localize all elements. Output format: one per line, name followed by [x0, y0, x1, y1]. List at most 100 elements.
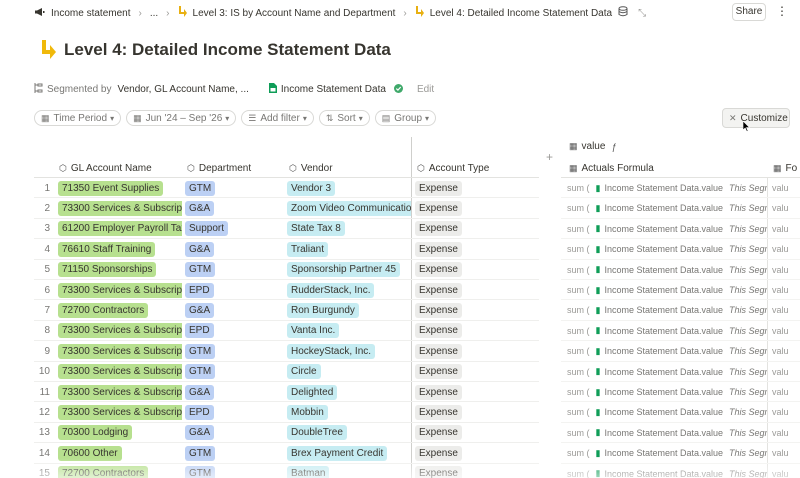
- gl-account-cell[interactable]: 70600 Other: [58, 443, 182, 463]
- vendor-cell[interactable]: Ron Burgundy: [287, 300, 411, 320]
- department-cell[interactable]: EPD: [185, 321, 285, 341]
- table-row[interactable]: 9 73300 Services & SubscriptionsGTM Hockey…: [0, 341, 800, 362]
- column-header-actuals-formula[interactable]: ▦ Actuals Formula: [569, 161, 654, 175]
- gl-account-cell[interactable]: 70300 Lodging: [58, 423, 182, 443]
- breadcrumb-level-3[interactable]: Level 3: IS by Account Name and Departme…: [178, 6, 395, 20]
- table-row[interactable]: 11 73300 Services & SubscriptionsG&A Delig…: [0, 382, 800, 403]
- account-type-cell[interactable]: Expense: [415, 464, 535, 478]
- gl-account-cell[interactable]: 71350 Event Supplies: [58, 178, 182, 198]
- next-formula-cell[interactable]: valu: [772, 341, 800, 361]
- breadcrumb-ellipsis[interactable]: ...: [150, 8, 158, 19]
- department-cell[interactable]: GTM: [185, 178, 285, 198]
- account-type-cell[interactable]: Expense: [415, 178, 535, 198]
- vendor-cell[interactable]: Circle: [287, 362, 411, 382]
- department-cell[interactable]: G&A: [185, 198, 285, 218]
- vendor-cell[interactable]: Mobbin: [287, 402, 411, 422]
- table-row[interactable]: 6 73300 Services & SubscriptionsEPD Rudder…: [0, 280, 800, 301]
- actuals-formula-cell[interactable]: sum (▮ Income Statement Data.value This Se…: [567, 362, 767, 382]
- vendor-cell[interactable]: HockeyStack, Inc.: [287, 341, 411, 361]
- segmented-value[interactable]: Vendor, GL Account Name, ...: [118, 84, 249, 95]
- column-header-gl-account[interactable]: ⬡ GL Account Name: [59, 161, 152, 175]
- time-period-filter[interactable]: ▦ Time Period ▾: [34, 110, 122, 126]
- account-type-cell[interactable]: Expense: [415, 300, 535, 320]
- department-cell[interactable]: G&A: [185, 239, 285, 259]
- table-row[interactable]: 8 73300 Services & SubscriptionsEPD Vanta …: [0, 320, 800, 342]
- column-header-vendor[interactable]: ⬡ Vendor: [289, 161, 333, 175]
- table-row[interactable]: 4 76610 Staff Training G&A Traliant Expense s…: [0, 239, 800, 260]
- gl-account-cell[interactable]: 76610 Staff Training: [58, 239, 182, 259]
- next-formula-cell[interactable]: valu: [772, 239, 800, 259]
- actuals-formula-cell[interactable]: sum (▮ Income Statement Data.value This Se…: [567, 239, 767, 259]
- actuals-formula-cell[interactable]: sum (▮ Income Statement Data.value This Se…: [567, 341, 767, 361]
- gl-account-cell[interactable]: 73300 Services & Subscriptions: [58, 280, 182, 300]
- column-header-account-type[interactable]: ⬡ Account Type: [417, 161, 489, 175]
- column-header-department[interactable]: ⬡ Department: [187, 161, 251, 175]
- group-button[interactable]: ▤ Group ▾: [374, 110, 437, 126]
- department-cell[interactable]: GTM: [185, 260, 285, 280]
- next-formula-cell[interactable]: valu: [772, 423, 800, 443]
- edit-link[interactable]: Edit: [417, 84, 434, 95]
- account-type-cell[interactable]: Expense: [415, 423, 535, 443]
- table-row[interactable]: 14 70600 Other GTM Brex Payment Credit Expen…: [0, 443, 800, 464]
- actuals-formula-cell[interactable]: sum (▮ Income Statement Data.value This Se…: [567, 280, 767, 300]
- account-type-cell[interactable]: Expense: [415, 239, 535, 259]
- account-type-cell[interactable]: Expense: [415, 198, 535, 218]
- breadcrumb-income-statement[interactable]: Income statement: [34, 7, 130, 20]
- gl-account-cell[interactable]: 61200 Employer Payroll Taxes: [58, 219, 182, 239]
- actuals-formula-cell[interactable]: sum (▮ Income Statement Data.value This Se…: [567, 219, 767, 239]
- vendor-cell[interactable]: Sponsorship Partner 45: [287, 260, 411, 280]
- actuals-formula-cell[interactable]: sum (▮ Income Statement Data.value This Se…: [567, 321, 767, 341]
- more-options-icon[interactable]: ⋮: [776, 4, 788, 18]
- vendor-cell[interactable]: RudderStack, Inc.: [287, 280, 411, 300]
- department-cell[interactable]: G&A: [185, 382, 285, 402]
- value-group-header[interactable]: ▦ value ƒ: [569, 141, 616, 152]
- department-cell[interactable]: EPD: [185, 402, 285, 422]
- next-formula-cell[interactable]: valu: [772, 321, 800, 341]
- account-type-cell[interactable]: Expense: [415, 362, 535, 382]
- gl-account-cell[interactable]: 72700 Contractors: [58, 464, 182, 478]
- actuals-formula-cell[interactable]: sum (▮ Income Statement Data.value This Se…: [567, 260, 767, 280]
- gl-account-cell[interactable]: 73300 Services & Subscriptions: [58, 382, 182, 402]
- vendor-cell[interactable]: Brex Payment Credit: [287, 443, 411, 463]
- add-filter-button[interactable]: ☰ Add filter ▾: [241, 110, 314, 126]
- table-row[interactable]: 5 71150 Sponsorships GTM Sponsorship Partne…: [0, 259, 800, 280]
- next-formula-cell[interactable]: valu: [772, 280, 800, 300]
- account-type-cell[interactable]: Expense: [415, 402, 535, 422]
- gl-account-cell[interactable]: 73300 Services & Subscriptions: [58, 402, 182, 422]
- actuals-formula-cell[interactable]: sum (▮ Income Statement Data.value This Se…: [567, 402, 767, 422]
- gl-account-cell[interactable]: 73300 Services & Subscriptions: [58, 198, 182, 218]
- collapse-icon[interactable]: ⤡: [638, 8, 646, 19]
- next-formula-cell[interactable]: valu: [772, 402, 800, 422]
- actuals-formula-cell[interactable]: sum (▮ Income Statement Data.value This Se…: [567, 178, 767, 198]
- gl-account-cell[interactable]: 73300 Services & Subscriptions: [58, 362, 182, 382]
- vendor-cell[interactable]: DoubleTree: [287, 423, 411, 443]
- next-formula-cell[interactable]: valu: [772, 198, 800, 218]
- actuals-formula-cell[interactable]: sum (▮ Income Statement Data.value This Se…: [567, 198, 767, 218]
- next-formula-cell[interactable]: valu: [772, 260, 800, 280]
- next-formula-cell[interactable]: valu: [772, 362, 800, 382]
- department-cell[interactable]: Support: [185, 219, 285, 239]
- account-type-cell[interactable]: Expense: [415, 321, 535, 341]
- gl-account-cell[interactable]: 73300 Services & Subscriptions: [58, 321, 182, 341]
- department-cell[interactable]: EPD: [185, 280, 285, 300]
- vendor-cell[interactable]: Vendor 3: [287, 178, 411, 198]
- department-cell[interactable]: G&A: [185, 300, 285, 320]
- actuals-formula-cell[interactable]: sum (▮ Income Statement Data.value This Se…: [567, 423, 767, 443]
- table-row[interactable]: 7 72700 Contractors G&A Ron Burgundy Expense…: [0, 300, 800, 321]
- vendor-cell[interactable]: Vanta Inc.: [287, 321, 411, 341]
- database-icon[interactable]: [618, 6, 628, 20]
- share-button[interactable]: Share: [732, 3, 766, 21]
- add-column-icon[interactable]: +: [546, 150, 553, 164]
- date-range-filter[interactable]: ▦ Jun '24 – Sep '26 ▾: [126, 110, 237, 126]
- table-row[interactable]: 10 73300 Services & SubscriptionsGTM Circl…: [0, 361, 800, 382]
- department-cell[interactable]: GTM: [185, 443, 285, 463]
- table-row[interactable]: 13 70300 Lodging G&A DoubleTree Expense sum (…: [0, 422, 800, 444]
- account-type-cell[interactable]: Expense: [415, 260, 535, 280]
- actuals-formula-cell[interactable]: sum (▮ Income Statement Data.value This Se…: [567, 382, 767, 402]
- actuals-formula-cell[interactable]: sum (▮ Income Statement Data.value This Se…: [567, 300, 767, 320]
- next-formula-cell[interactable]: valu: [772, 443, 800, 463]
- table-row[interactable]: 12 73300 Services & SubscriptionsEPD Mobbi…: [0, 402, 800, 423]
- department-cell[interactable]: G&A: [185, 423, 285, 443]
- next-formula-cell[interactable]: valu: [772, 178, 800, 198]
- account-type-cell[interactable]: Expense: [415, 219, 535, 239]
